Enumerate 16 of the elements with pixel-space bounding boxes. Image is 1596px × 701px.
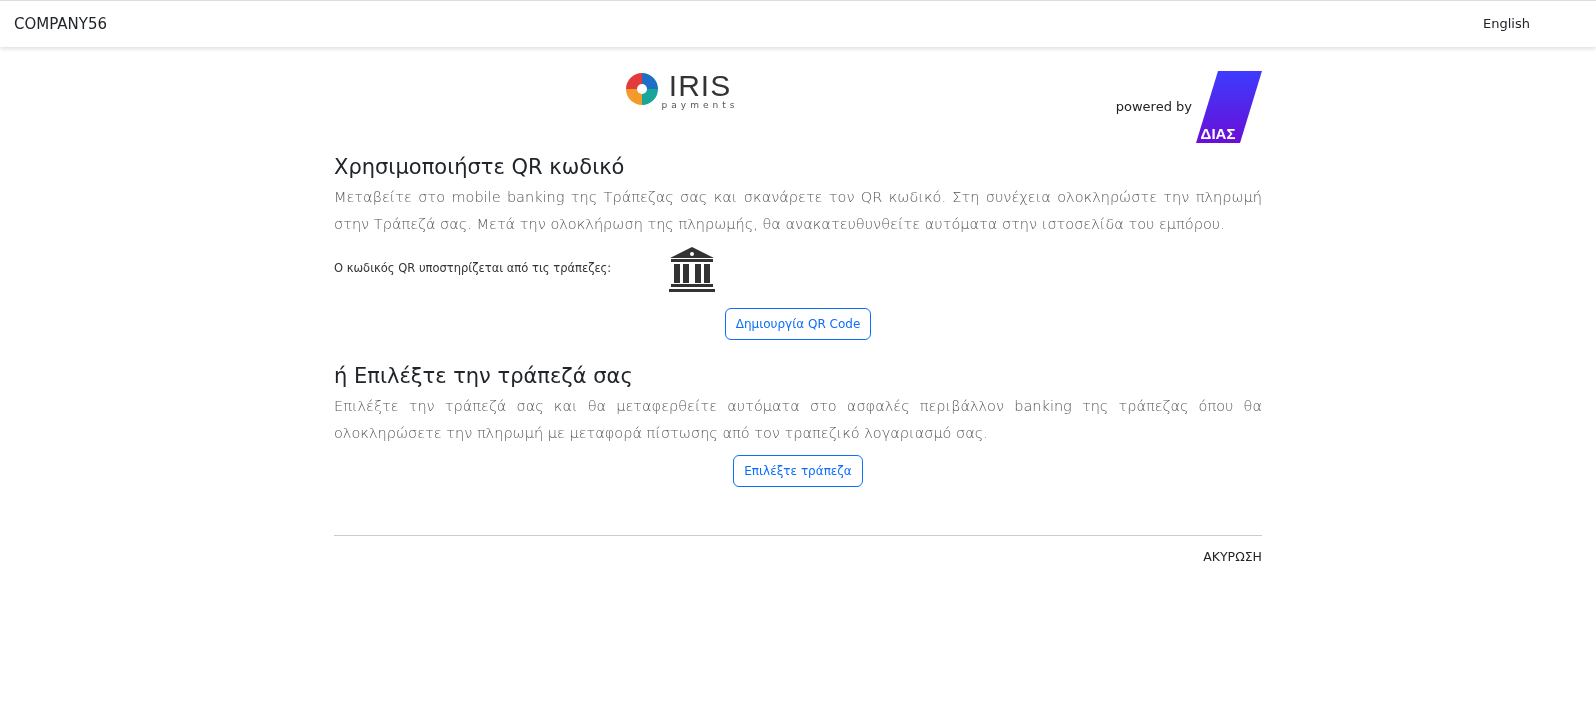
powered-by-label: powered by: [1115, 98, 1192, 116]
logo-text: IRIS: [668, 71, 732, 101]
section-title: Χρησιμοποιήστε QR κωδικό: [334, 155, 626, 181]
dias-logo: ΔΙΑΣ: [1196, 71, 1262, 143]
ring-logo-icon: [625, 73, 658, 105]
instructions-paragraph: Επιλέξτε την τράπεζά σας και θα μεταφερθείτε αυτόματα στο ασφαλές περιβάλλον banking της τράπεζας όπου θα ολοκληρώσετε την πληρωμή με μεταφορά πίστωσης από τον τραπεζικό λογαριασμό σας.: [334, 397, 1262, 443]
brand-name[interactable]: COMPANY56: [14, 12, 108, 36]
instructions-paragraph: Μεταβείτε στο mobile banking της Τράπεζας σας και σκανάρετε τον QR κωδικό. Στη συνέχεια ολοκληρώστε την πληρωμή στην Τράπεζά σας. Μετά την ολοκλήρωση της πληρωμής, θα ανακατευθυνθείτε αυτόματα στην ιστοσελίδα του εμπόρου.: [334, 188, 1262, 234]
bank-icon: [669, 245, 716, 292]
cancel-link[interactable]: ΑΚΥΡΩΣΗ: [1203, 548, 1262, 564]
supported-banks-label: Ο κωδικός QR υποστηρίζεται από τις τράπεζες:: [334, 260, 612, 278]
create-qr-button[interactable]: Δημιουργία QR Code: [724, 307, 872, 340]
section-title: ή Επιλέξτε την τράπεζά σας: [334, 363, 634, 389]
language-link[interactable]: English: [1483, 14, 1530, 34]
logo-subtitle: payments: [661, 101, 739, 110]
select-bank-button[interactable]: Επιλέξτε τράπεζα: [733, 454, 863, 487]
